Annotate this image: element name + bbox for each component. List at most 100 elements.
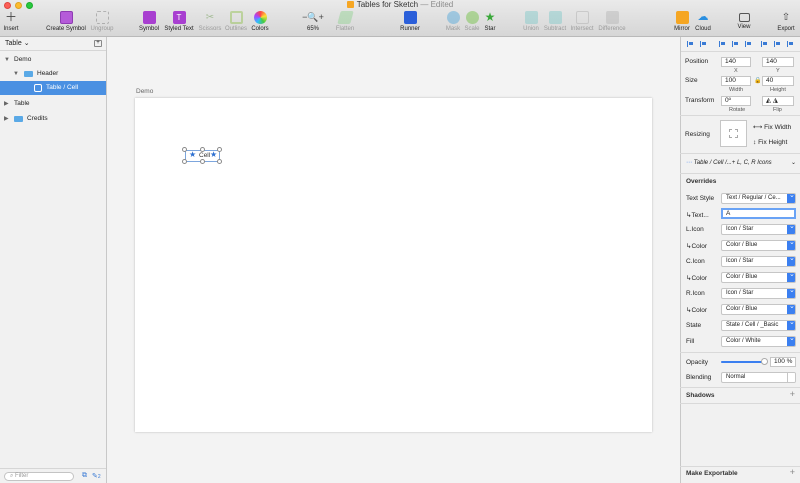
window-title: Tables for Sketch — Edited: [0, 0, 800, 10]
opacity-slider[interactable]: [721, 358, 768, 365]
zoom-icon: −🔍+: [302, 12, 324, 22]
outlines-icon: [229, 11, 243, 24]
x-sublabel: X: [734, 68, 738, 74]
align-bottom-icon[interactable]: [787, 41, 794, 47]
subtract-button[interactable]: Subtract: [543, 11, 567, 35]
distribute-vertical-icon[interactable]: [700, 41, 707, 47]
folder-icon: [14, 116, 23, 122]
distribute-horizontal-icon[interactable]: [687, 41, 694, 47]
document-icon: [346, 1, 354, 8]
colors-icon: [253, 11, 267, 24]
outlines-button[interactable]: Outlines: [224, 11, 248, 35]
fix-width-option[interactable]: ⟷ Fix Width: [753, 123, 791, 131]
override-label-state: State: [686, 322, 702, 329]
flip-horizontal-icon[interactable]: ◭: [766, 97, 771, 104]
height-sublabel: Height: [770, 87, 786, 93]
x-field[interactable]: 140: [721, 57, 751, 67]
layer-item-table-cell[interactable]: Table / Cell: [0, 81, 106, 95]
difference-button[interactable]: Difference: [597, 11, 627, 35]
disclosure-closed-icon[interactable]: ▶: [4, 97, 9, 111]
rotate-field[interactable]: 0º: [721, 96, 751, 106]
page-selector[interactable]: Table ⌄ +: [0, 37, 106, 51]
export-button[interactable]: ⇧ Export: [776, 11, 796, 35]
disclosure-open-icon[interactable]: ▼: [4, 53, 10, 67]
disclosure-closed-icon[interactable]: ▶: [4, 112, 9, 126]
center-icon-color-select[interactable]: Color / Blue: [721, 272, 796, 283]
opacity-slider-knob[interactable]: [761, 358, 768, 365]
resize-handle-top[interactable]: [200, 147, 205, 152]
align-left-icon[interactable]: [719, 41, 726, 47]
layer-item-demo[interactable]: ▼ Demo: [0, 53, 106, 67]
align-middle-icon[interactable]: [774, 41, 781, 47]
disclosure-open-icon[interactable]: ▼: [13, 67, 19, 81]
override-label-r-icon: R.Icon: [686, 290, 705, 297]
state-select[interactable]: State / Cell / _Basic: [721, 320, 796, 331]
position-label: Position: [685, 58, 709, 65]
align-center-icon[interactable]: [732, 41, 739, 47]
styled-text-button[interactable]: T Styled Text: [163, 11, 195, 35]
align-right-icon[interactable]: [745, 41, 752, 47]
right-icon-select[interactable]: Icon / Star: [721, 288, 796, 299]
slices-filter-icon[interactable]: ✎2: [92, 472, 101, 480]
symbol-button[interactable]: Symbol: [138, 11, 160, 35]
ungroup-button[interactable]: Ungroup: [89, 11, 115, 35]
layer-item-header[interactable]: ▼ Header: [0, 67, 106, 81]
divider: [680, 352, 800, 353]
resize-handle-top-right[interactable]: [217, 147, 222, 152]
blending-select[interactable]: Normal: [721, 372, 796, 383]
mask-button[interactable]: Mask: [445, 11, 461, 35]
colors-button[interactable]: Colors: [250, 11, 270, 35]
layer-item-table[interactable]: ▶ Table: [0, 97, 106, 111]
cloud-button[interactable]: ☁ Cloud: [694, 11, 712, 35]
resizing-widget[interactable]: [720, 120, 747, 147]
lock-icon[interactable]: 🔒: [754, 77, 761, 84]
transform-label: Transform: [685, 97, 715, 104]
flip-vertical-icon[interactable]: ◮: [773, 97, 778, 104]
scissors-button[interactable]: ✂ Scissors: [198, 11, 222, 35]
symbol-master-selector[interactable]: ⋯ Table / Cell /...+ L, C, R Icons ⌄: [686, 159, 796, 169]
flatten-button[interactable]: Flatten: [333, 11, 357, 35]
add-page-icon[interactable]: +: [94, 40, 102, 47]
insert-button[interactable]: ＋ Insert: [3, 11, 19, 35]
resize-handle-bottom-left[interactable]: [182, 159, 187, 164]
width-field[interactable]: 100: [721, 76, 751, 86]
resize-handle-bottom-right[interactable]: [217, 159, 222, 164]
scale-button[interactable]: Scale: [464, 11, 480, 35]
fill-select[interactable]: Color / White: [721, 336, 796, 347]
y-field[interactable]: 140: [762, 57, 794, 67]
union-button[interactable]: Union: [520, 11, 542, 35]
add-export-icon[interactable]: +: [790, 467, 795, 477]
fix-height-option[interactable]: ↕ Fix Height: [753, 139, 787, 146]
text-override-input[interactable]: A: [721, 208, 796, 219]
override-label-l-icon: L.Icon: [686, 226, 704, 233]
intersect-button[interactable]: Intersect: [569, 11, 595, 35]
left-icon-select[interactable]: Icon / Star: [721, 224, 796, 235]
align-top-icon[interactable]: [761, 41, 768, 47]
left-icon-color-select[interactable]: Color / Blue: [721, 240, 796, 251]
opacity-label: Opacity: [686, 359, 709, 366]
height-field[interactable]: 40: [762, 76, 794, 86]
resize-handle-bottom[interactable]: [200, 159, 205, 164]
symbols-filter-icon[interactable]: ⧉: [82, 472, 87, 480]
add-shadow-icon[interactable]: +: [790, 389, 795, 399]
right-icon-color-select[interactable]: Color / Blue: [721, 304, 796, 315]
resize-handle-top-left[interactable]: [182, 147, 187, 152]
artboard-title[interactable]: Demo: [136, 88, 153, 95]
mirror-button[interactable]: Mirror: [672, 11, 692, 35]
create-symbol-button[interactable]: Create Symbol: [45, 11, 87, 35]
opacity-field[interactable]: 100 %: [770, 357, 796, 367]
zoom-control[interactable]: −🔍+ 65%: [297, 11, 329, 35]
artboard-demo[interactable]: [135, 98, 652, 432]
divider: [680, 466, 800, 467]
flip-buttons[interactable]: ◭ ◮: [762, 96, 794, 106]
layer-item-credits[interactable]: ▶ Credits: [0, 112, 106, 126]
view-button[interactable]: View: [733, 11, 755, 35]
runner-button[interactable]: Runner: [398, 11, 422, 35]
text-style-select[interactable]: Text / Regular / Ce...: [721, 193, 796, 204]
star-button[interactable]: ★ Star: [483, 11, 497, 35]
ungroup-icon: [95, 11, 109, 24]
layers-footer: ⌕ Filter ⧉ ✎2: [0, 468, 106, 483]
intersect-icon: [575, 11, 589, 24]
center-icon-select[interactable]: Icon / Star: [721, 256, 796, 267]
filter-input[interactable]: ⌕ Filter: [4, 472, 74, 481]
